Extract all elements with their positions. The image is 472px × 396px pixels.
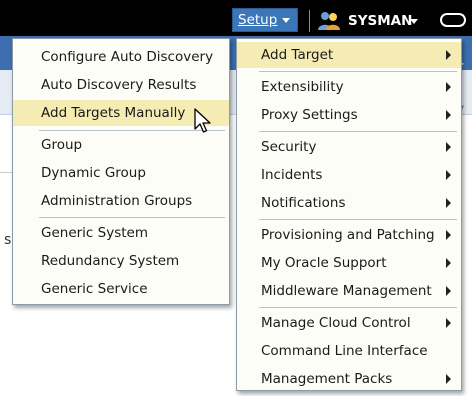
menu-item-administration-groups[interactable]: Administration Groups xyxy=(13,188,229,214)
user-menu-name[interactable]: SYSMAN xyxy=(348,10,412,32)
menu-item-add-target[interactable]: Add Target xyxy=(237,42,461,68)
submenu-arrow-icon xyxy=(446,318,451,328)
page-text-fragment: s xyxy=(4,232,12,248)
menu-item-incidents[interactable]: Incidents xyxy=(237,162,461,188)
submenu-arrow-icon xyxy=(446,230,451,240)
submenu-arrow-icon xyxy=(446,170,451,180)
menu-item-configure-auto-discovery[interactable]: Configure Auto Discovery xyxy=(13,44,229,70)
user-menu-chevron-down-icon[interactable] xyxy=(410,19,418,24)
submenu-arrow-icon xyxy=(446,374,451,384)
menu-item-auto-discovery-results[interactable]: Auto Discovery Results xyxy=(13,72,229,98)
chevron-down-icon xyxy=(282,17,291,23)
menu-item-proxy-settings[interactable]: Proxy Settings xyxy=(237,102,461,128)
user-icon[interactable] xyxy=(318,11,340,31)
menu-item-generic-service[interactable]: Generic Service xyxy=(13,276,229,302)
menu-item-middleware-management[interactable]: Middleware Management xyxy=(237,278,461,304)
submenu-arrow-icon xyxy=(446,258,451,268)
setup-menu: Add Target Extensibility Proxy Settings … xyxy=(236,38,462,391)
submenu-arrow-icon xyxy=(446,142,451,152)
menu-separator xyxy=(259,71,457,72)
menu-item-manage-cloud-control[interactable]: Manage Cloud Control xyxy=(237,310,461,336)
menu-item-security[interactable]: Security xyxy=(237,134,461,160)
menu-separator xyxy=(259,131,457,132)
menu-item-generic-system[interactable]: Generic System xyxy=(13,220,229,246)
submenu-arrow-icon xyxy=(446,50,451,60)
menu-separator xyxy=(259,307,457,308)
header-divider xyxy=(309,10,310,32)
menu-item-notifications[interactable]: Notifications xyxy=(237,190,461,216)
submenu-arrow-icon xyxy=(446,286,451,296)
menu-item-extensibility[interactable]: Extensibility xyxy=(237,74,461,100)
menu-separator xyxy=(259,219,457,220)
menu-separator xyxy=(39,217,225,218)
menu-item-command-line-interface[interactable]: Command Line Interface xyxy=(237,338,461,364)
menu-item-provisioning-and-patching[interactable]: Provisioning and Patching xyxy=(237,222,461,248)
menu-item-my-oracle-support[interactable]: My Oracle Support xyxy=(237,250,461,276)
submenu-arrow-icon xyxy=(446,82,451,92)
pill-icon[interactable] xyxy=(440,13,466,27)
menu-item-management-packs[interactable]: Management Packs xyxy=(237,366,461,392)
submenu-arrow-icon xyxy=(446,198,451,208)
setup-menu-button[interactable]: Setup xyxy=(232,8,298,32)
submenu-arrow-icon xyxy=(446,110,451,120)
setup-label: Setup xyxy=(238,12,278,28)
menu-item-dynamic-group[interactable]: Dynamic Group xyxy=(13,160,229,186)
menu-item-redundancy-system[interactable]: Redundancy System xyxy=(13,248,229,274)
mouse-cursor-icon xyxy=(194,108,211,133)
add-target-submenu: Configure Auto Discovery Auto Discovery … xyxy=(12,38,230,305)
